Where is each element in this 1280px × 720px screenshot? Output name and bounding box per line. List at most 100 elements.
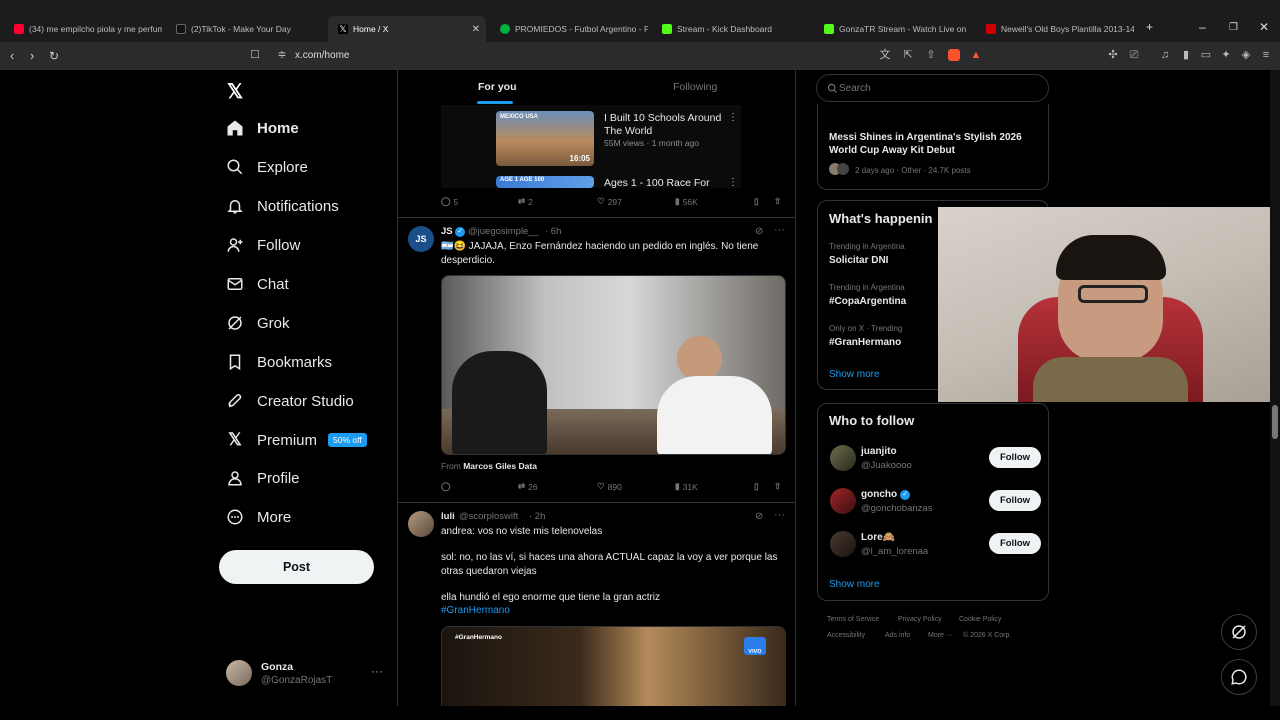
window-close-icon[interactable]: ✕ [1259,20,1269,34]
sidebar-icon[interactable]: ▮ [1180,49,1192,61]
translate-icon[interactable]: 文 [879,49,891,61]
browser-tab[interactable]: (34) me empilcho piola y me perfum [4,16,162,42]
more-dots-icon[interactable]: ··· [774,224,785,236]
site-info-icon[interactable]: ≑ [276,49,288,61]
nav-follow[interactable]: Follow [226,236,300,254]
from-source-link[interactable]: Marcos Giles Data [463,461,537,471]
nav-premium[interactable]: 𝕏 Premium 50% off [226,430,367,449]
footer-link[interactable]: Privacy Policy [898,616,942,623]
footer-link[interactable]: Ads info [885,632,910,639]
brave-rewards-icon[interactable]: ▲ [970,49,982,61]
avatar[interactable]: JS [408,226,434,252]
follow-button[interactable]: Follow [989,533,1041,554]
avatar[interactable] [830,488,856,514]
views-button[interactable]: ▮ 31K [675,481,698,492]
footer-link[interactable]: Terms of Service [827,616,879,623]
tweet-author-name[interactable]: JS [441,226,453,237]
show-more-link[interactable]: Show more [829,579,880,590]
footer-link[interactable]: Cookie Policy [959,616,1001,623]
share-button[interactable]: ⇧ [774,196,781,207]
nav-creator-studio[interactable]: Creator Studio [226,392,354,410]
nav-grok[interactable]: Grok [226,314,290,332]
extensions-icon[interactable]: ✣ [1107,49,1119,61]
follow-button[interactable]: Follow [989,490,1041,511]
views-button[interactable]: ▮ 56K [675,196,698,207]
menu-icon[interactable]: ≡ [1260,49,1272,61]
reply-button[interactable]: ◯ [441,481,454,492]
forward-icon[interactable]: › [30,48,34,63]
reply-button[interactable]: ◯ 5 [441,196,458,207]
trend-item[interactable]: Solicitar DNI [829,255,888,266]
minimize-icon[interactable]: – [1199,20,1206,34]
browser-tab[interactable]: (2)TikTok - Make Your Day [166,16,324,42]
grok-icon[interactable]: ⊘ [755,511,763,522]
close-tab-icon[interactable]: ✕ [472,24,480,35]
reload-icon[interactable]: ↻ [49,49,59,63]
like-button[interactable]: ♡ 890 [597,481,622,492]
more-dots-icon[interactable]: ··· [371,664,383,678]
avatar[interactable] [408,511,434,537]
leo-ai-icon[interactable]: ✦ [1220,49,1232,61]
bookmark-page-icon[interactable]: ☐ [249,49,261,61]
new-tab-icon[interactable]: + [1146,20,1153,34]
video-title[interactable]: I Built 10 Schools Around The World [604,112,724,138]
browser-tab[interactable]: Stream - Kick Dashboard [652,16,810,42]
news-headline[interactable]: Messi Shines in Argentina's Stylish 2026… [829,131,1039,157]
tweet-video[interactable]: #GranHermano VIVO [441,626,786,706]
wallet-icon[interactable]: ▭ [1200,49,1212,61]
video-title[interactable]: Ages 1 - 100 Race For [604,177,724,190]
share-icon[interactable]: ⇧ [925,49,937,61]
browser-tab[interactable]: PROMIEDOS - Futbol Argentino - Fu [490,16,648,42]
follow-button[interactable]: Follow [989,447,1041,468]
scrollbar-thumb[interactable] [1272,405,1278,439]
grok-icon[interactable]: ⊘ [755,226,763,237]
news-card[interactable]: Messi Shines in Argentina's Stylish 2026… [817,104,1049,190]
tweet-timestamp[interactable]: · 6h [545,226,561,237]
tweet-author-name[interactable]: luli [441,511,455,522]
nav-notifications[interactable]: Notifications [226,197,339,215]
footer-link[interactable]: Accessibility [827,632,865,639]
open-external-icon[interactable]: ⇱ [902,49,914,61]
nav-explore[interactable]: Explore [226,158,308,176]
url-field[interactable]: x.com/home [295,50,349,61]
tweet-timestamp[interactable]: · 2h [529,511,545,522]
grok-fab-button[interactable] [1221,614,1257,650]
page-scrollbar[interactable] [1270,70,1280,706]
more-vertical-icon[interactable]: ⋮ [728,177,738,188]
avatar[interactable] [830,445,856,471]
tweet-video[interactable] [441,275,786,455]
browser-tab[interactable]: GonzaTR Stream - Watch Live on [814,16,972,42]
browser-tab-active[interactable]: 𝕏 Home / X ✕ [328,16,486,42]
brave-shield-icon[interactable] [948,49,960,61]
trend-item[interactable]: #GranHermano [829,337,901,348]
browser-tab[interactable]: Newell's Old Boys Plantilla 2013-14 [976,16,1134,42]
bookmark-button[interactable]: ▯ [754,196,759,207]
avatar[interactable] [830,531,856,557]
account-switcher[interactable]: Gonza @GonzaRojasT ··· [226,658,386,694]
restore-icon[interactable]: ❐ [1229,22,1238,33]
video-thumbnail[interactable]: MEXICO USA 16:05 [496,111,594,166]
music-icon[interactable]: ♫ [1159,49,1171,61]
hashtag-link[interactable]: #GranHermano [441,604,781,618]
more-dots-icon[interactable]: ··· [774,509,785,521]
tweet-author-handle[interactable]: @juegosimple__ [468,226,539,237]
nav-profile[interactable]: Profile [226,469,300,487]
follow-suggestion-name[interactable]: Lore🙈 [861,532,895,543]
tab-for-you[interactable]: For you [478,81,517,93]
video-card[interactable]: MEXICO USA 16:05 I Built 10 Schools Arou… [441,105,741,190]
nav-chat[interactable]: Chat [226,275,289,293]
like-button[interactable]: ♡ 297 [597,196,622,207]
tweet-author-handle[interactable]: @scorploswift [459,511,518,522]
follow-suggestion-name[interactable]: juanjito [861,446,897,457]
back-icon[interactable]: ‹ [10,48,14,63]
nav-more[interactable]: More [226,508,291,526]
tab-following[interactable]: Following [673,81,717,93]
repost-button[interactable]: ⇄ 2 [518,196,533,207]
footer-link[interactable]: More ··· [928,632,953,639]
trend-item[interactable]: #CopaArgentina [829,296,906,307]
screenshot-icon[interactable]: ⎚ [1128,49,1140,61]
post-button[interactable]: Post [219,550,374,584]
search-input[interactable]: Search [816,74,1049,102]
vpn-icon[interactable]: ◈ [1240,49,1252,61]
more-vertical-icon[interactable]: ⋮ [728,112,738,123]
